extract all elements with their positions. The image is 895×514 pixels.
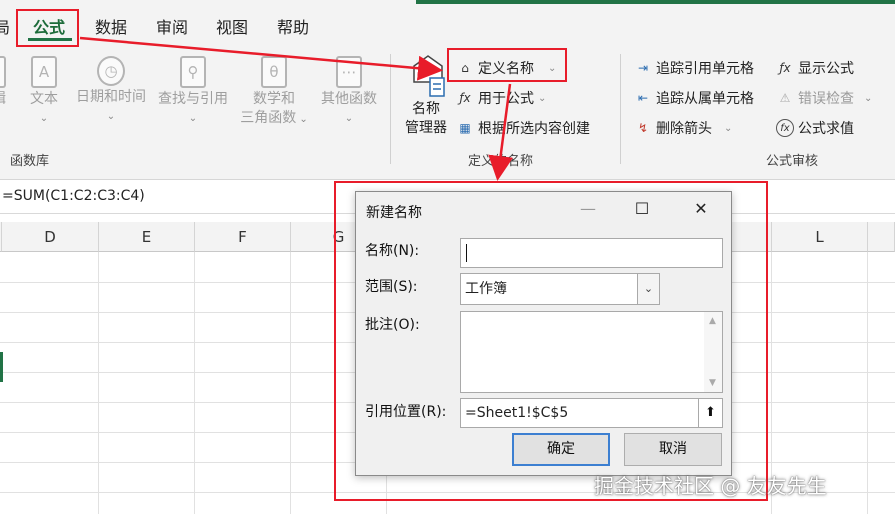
scope-label: 范围(S): <box>365 279 418 295</box>
refers-to-label: 引用位置(R): <box>365 404 447 420</box>
maximize-icon[interactable]: ☐ <box>627 196 657 222</box>
cancel-button[interactable]: 取消 <box>624 433 722 466</box>
comment-textarea[interactable]: ▲ ▼ <box>460 311 723 393</box>
ok-button[interactable]: 确定 <box>512 433 610 466</box>
name-input[interactable] <box>460 238 723 268</box>
collapse-dialog-icon[interactable]: ⬆ <box>698 399 722 427</box>
new-name-dialog: 新建名称 — ☐ ✕ 名称(N): 范围(S): 工作簿 ⌄ 批注(O): ▲ … <box>355 191 732 476</box>
refers-to-input[interactable]: =Sheet1!$C$5 ⬆ <box>460 398 723 428</box>
watermark: 掘金技术社区 @ 友友先生 <box>594 474 827 498</box>
dialog-title: 新建名称 <box>366 205 422 221</box>
scope-select-value: 工作簿 <box>465 281 507 297</box>
scroll-up-icon[interactable]: ▲ <box>709 316 716 326</box>
close-icon[interactable]: ✕ <box>686 196 716 222</box>
minimize-icon[interactable]: — <box>573 196 603 222</box>
comment-scrollbar[interactable]: ▲ ▼ <box>704 312 722 392</box>
scope-select[interactable]: 工作簿 ⌄ <box>460 273 660 305</box>
chevron-down-icon[interactable]: ⌄ <box>637 274 659 304</box>
comment-label: 批注(O): <box>365 317 420 333</box>
arrow-define-name-to-dialog <box>488 83 513 181</box>
name-label: 名称(N): <box>365 243 420 259</box>
arrow-tab-to-define-name <box>79 36 443 81</box>
scroll-down-icon[interactable]: ▼ <box>709 378 716 388</box>
text-caret <box>466 244 467 262</box>
refers-to-value: =Sheet1!$C$5 <box>465 405 569 421</box>
